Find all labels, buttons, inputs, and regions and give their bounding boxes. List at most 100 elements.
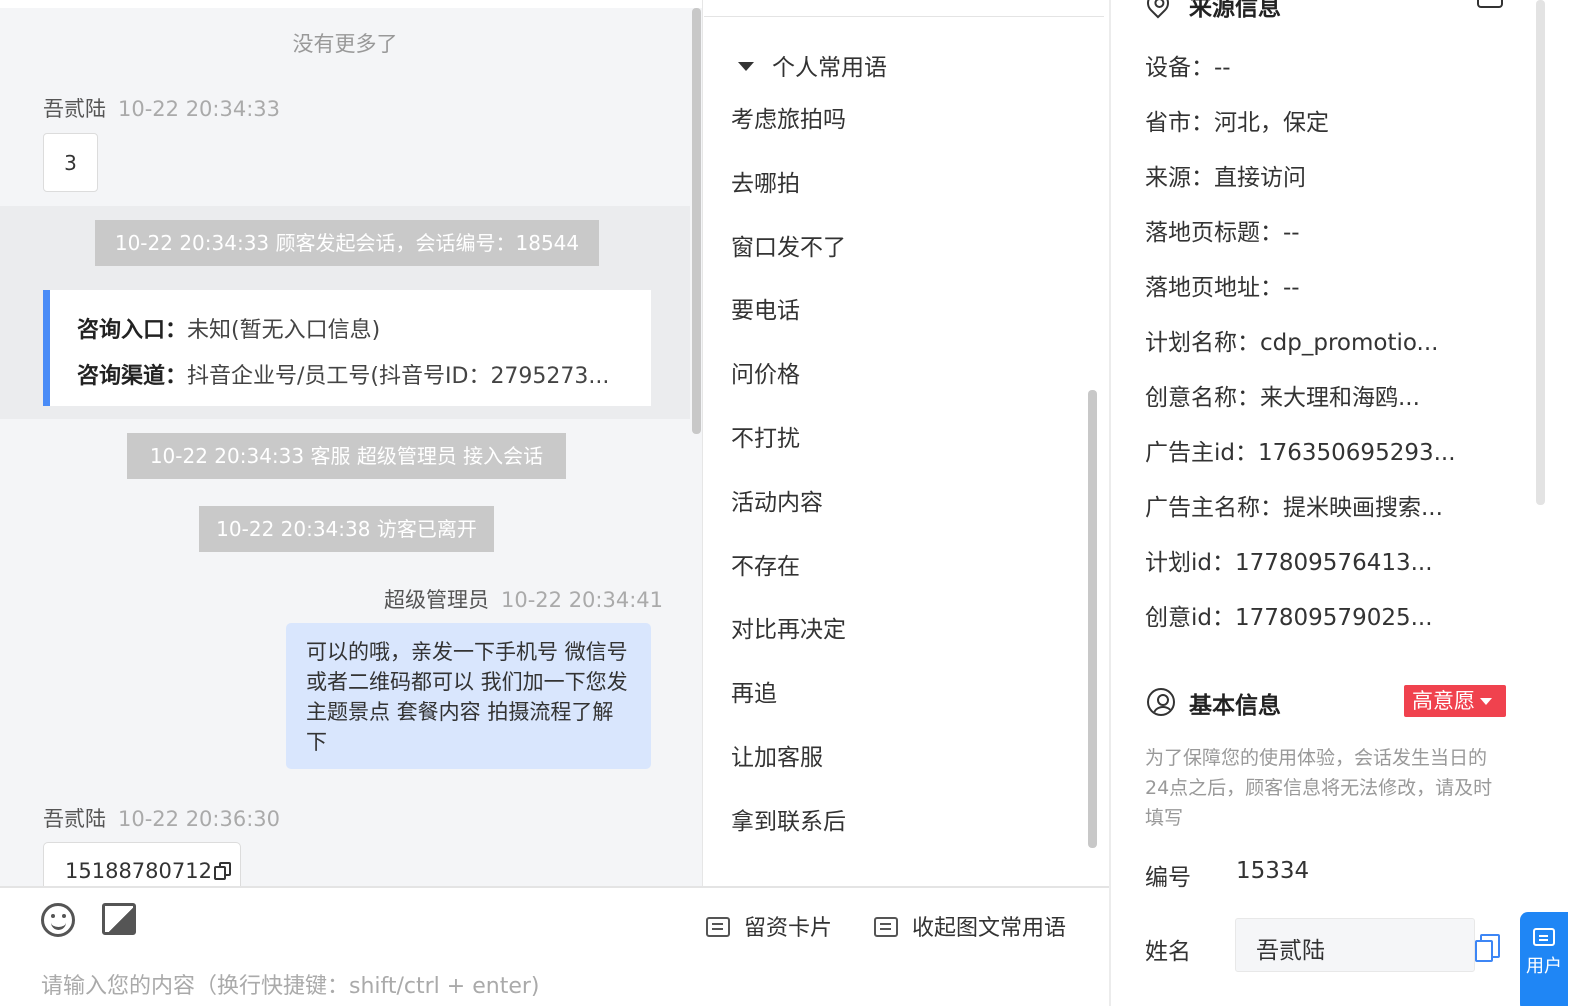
message-composer: 留资卡片 收起图文常用语 请输入您的内容（换行快捷键：shift/ctrl + … — [0, 886, 1109, 1006]
info-label: 创意id： — [1145, 605, 1235, 631]
agent-message-bubble[interactable]: 可以的哦，亲发一下手机号 微信号或者二维码都可以 我们加一下您发主题景点 套餐内… — [286, 623, 651, 769]
info-row-creative-id: 创意id：177809579025... — [1145, 598, 1433, 632]
phone-number: 15188780712 — [65, 859, 212, 883]
system-notice-agent-join: 10-22 20:34:33 客服 超级管理员 接入会话 — [127, 433, 566, 479]
phrase-item[interactable]: 考虑旅拍吗 — [731, 100, 846, 134]
info-label: 落地页地址： — [1145, 275, 1283, 301]
chat-panel[interactable]: 没有更多了 吾贰陆 10-22 20:34:33 3 10-22 20:34:33… — [0, 0, 703, 886]
phrase-item[interactable]: 要电话 — [731, 291, 800, 325]
phrase-item[interactable]: 拿到联系后 — [731, 802, 846, 836]
intent-level-dropdown[interactable]: 高意愿 — [1404, 685, 1506, 717]
lead-card-button[interactable]: 留资卡片 — [706, 910, 832, 942]
system-notice-session-start: 10-22 20:34:33 顾客发起会话，会话编号：18544 — [95, 220, 599, 266]
copy-icon[interactable] — [213, 862, 232, 880]
entry-info-card: 咨询入口：未知(暂无入口信息) 咨询渠道：抖音企业号/员工号(抖音号ID：279… — [43, 290, 651, 406]
info-value: 来大理和海鸥... — [1260, 385, 1420, 411]
customer-message-bubble[interactable]: 15188780712 — [43, 842, 241, 886]
info-label: 设备： — [1145, 55, 1214, 81]
info-label: 创意名称： — [1145, 385, 1260, 411]
system-notice-visitor-left: 10-22 20:34:38 访客已离开 — [199, 506, 494, 552]
caret-down-icon — [1480, 698, 1492, 705]
info-row-plan-id: 计划id：177809576413... — [1145, 543, 1433, 577]
chat-top-strip — [0, 0, 702, 8]
info-value: cdp_promotio... — [1260, 330, 1439, 356]
phrase-item[interactable]: 再追 — [731, 674, 777, 708]
image-icon[interactable] — [102, 903, 136, 935]
info-value: 直接访问 — [1214, 165, 1306, 191]
phrase-group-title: 个人常用语 — [772, 55, 887, 81]
phrase-item[interactable]: 窗口发不了 — [731, 228, 846, 262]
location-pin-icon — [1142, 0, 1174, 19]
info-row-device: 设备：-- — [1145, 48, 1231, 82]
info-label: 广告主id： — [1145, 440, 1258, 466]
channel-value: 抖音企业号/员工号(抖音号ID：2795273... — [187, 364, 610, 389]
info-row-advertiser-id: 广告主id：176350695293... — [1145, 433, 1456, 467]
sender-name: 吾贰陆 — [43, 97, 106, 121]
chat-scrollbar[interactable] — [692, 8, 701, 434]
source-info-title: 来源信息 — [1189, 0, 1281, 21]
sender-name: 超级管理员 — [384, 588, 489, 612]
phrase-item[interactable]: 让加客服 — [731, 738, 823, 772]
sender-name: 吾贰陆 — [43, 807, 106, 831]
right-edge: 用户 — [1520, 0, 1576, 1006]
info-value: 177809576413... — [1235, 550, 1433, 576]
basic-info-title: 基本信息 — [1189, 693, 1281, 719]
message-input[interactable]: 请输入您的内容（换行快捷键：shift/ctrl + enter) — [41, 968, 539, 1000]
customer-info-panel: 来源信息 设备：-- 省市：河北，保定 来源：直接访问 落地页标题：-- 落地页… — [1109, 0, 1536, 1006]
edit-notice: 为了保障您的使用体验，会话发生当日的24点之后，顾客信息将无法修改，请及时填写 — [1145, 747, 1493, 829]
info-value: -- — [1283, 220, 1300, 246]
info-row-province: 省市：河北，保定 — [1145, 103, 1329, 137]
user-float-button[interactable]: 用户 — [1520, 912, 1568, 1006]
info-scrollbar[interactable] — [1536, 0, 1545, 505]
channel-label: 咨询渠道： — [77, 364, 188, 389]
info-label: 计划名称： — [1145, 330, 1260, 356]
name-label: 姓名 — [1145, 939, 1191, 965]
info-label: 计划id： — [1145, 550, 1235, 576]
info-value: -- — [1214, 55, 1231, 81]
info-row-creative-name: 创意名称：来大理和海鸥... — [1145, 378, 1420, 412]
entry-label: 咨询入口： — [77, 318, 188, 343]
phrase-item[interactable]: 不存在 — [731, 547, 800, 581]
info-value: 176350695293... — [1258, 440, 1456, 466]
collapse-phrases-button[interactable]: 收起图文常用语 — [874, 910, 1066, 942]
message-header: 吾贰陆 10-22 20:36:30 — [43, 803, 280, 833]
id-label: 编号 — [1145, 865, 1191, 891]
edit-icon[interactable] — [1477, 0, 1503, 8]
float-button-label: 用户 — [1526, 956, 1562, 977]
lead-card-label: 留资卡片 — [744, 916, 833, 941]
id-value: 15334 — [1236, 858, 1310, 884]
info-value: -- — [1283, 275, 1300, 301]
caret-down-icon — [738, 62, 754, 71]
message-header: 吾贰陆 10-22 20:34:33 — [43, 93, 280, 123]
info-label: 广告主名称： — [1145, 495, 1283, 521]
phrase-item[interactable]: 对比再决定 — [731, 610, 846, 644]
entry-row: 咨询入口：未知(暂无入口信息) — [77, 312, 380, 344]
message-icon — [874, 917, 898, 937]
user-circle-icon — [1147, 688, 1175, 716]
customer-message-bubble[interactable]: 3 — [43, 133, 98, 192]
intent-level-label: 高意愿 — [1412, 689, 1475, 713]
info-value: 177809579025... — [1235, 605, 1433, 631]
info-row-landing-url: 落地页地址：-- — [1145, 268, 1300, 302]
info-label: 落地页标题： — [1145, 220, 1283, 246]
copy-icon[interactable] — [1475, 934, 1500, 962]
message-time: 10-22 20:34:33 — [118, 97, 281, 121]
info-row-landing-title: 落地页标题：-- — [1145, 213, 1300, 247]
info-value: 河北，保定 — [1214, 110, 1329, 136]
phrase-item[interactable]: 不打扰 — [731, 419, 800, 453]
name-field[interactable]: 吾贰陆 — [1235, 918, 1475, 972]
info-value: 提米映画搜索... — [1283, 495, 1443, 521]
phrase-item[interactable]: 问价格 — [731, 355, 800, 389]
phrases-scrollbar[interactable] — [1088, 390, 1097, 848]
entry-value: 未知(暂无入口信息) — [187, 318, 381, 343]
message-time: 10-22 20:34:41 — [501, 588, 664, 612]
info-row-plan-name: 计划名称：cdp_promotio... — [1145, 323, 1438, 357]
phrase-group-header[interactable]: 个人常用语 — [738, 48, 887, 82]
phrase-item[interactable]: 去哪拍 — [731, 164, 800, 198]
emoji-icon[interactable] — [41, 903, 75, 937]
info-row-advertiser-name: 广告主名称：提米映画搜索... — [1145, 488, 1443, 522]
phrases-divider — [704, 16, 1104, 17]
message-icon — [706, 917, 730, 937]
phrase-item[interactable]: 活动内容 — [731, 483, 823, 517]
message-time: 10-22 20:36:30 — [118, 807, 281, 831]
